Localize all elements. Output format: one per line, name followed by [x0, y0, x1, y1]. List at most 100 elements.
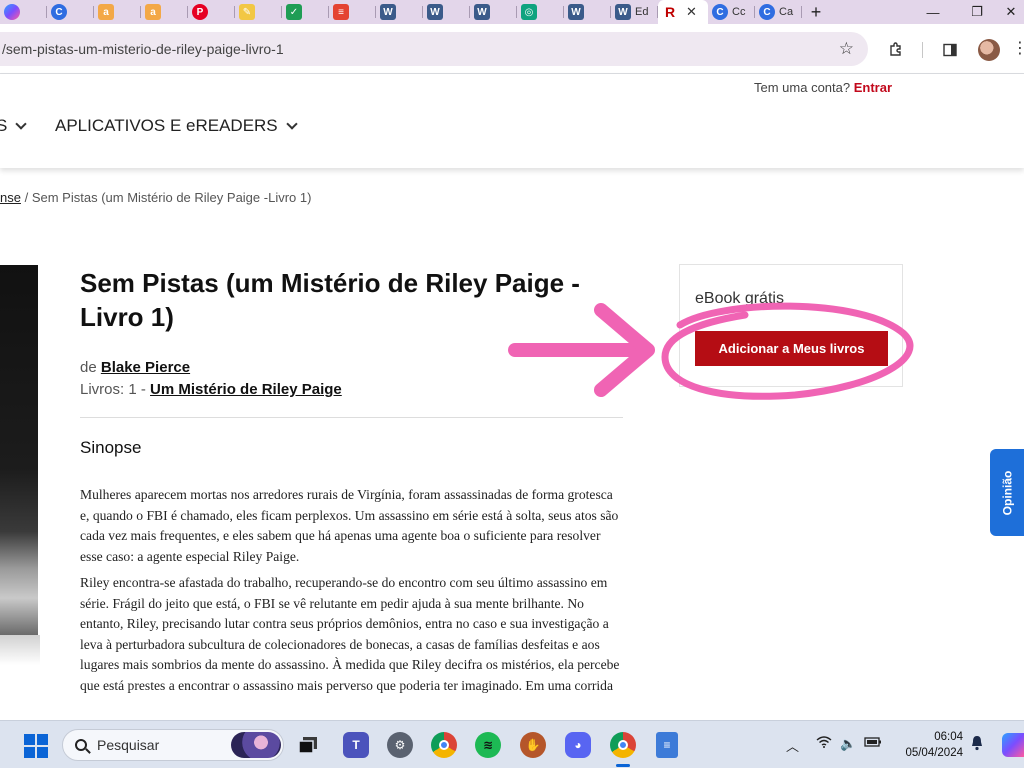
bookmark-star-icon[interactable]: ☆ [839, 39, 854, 59]
profile-avatar[interactable] [978, 39, 1000, 61]
browser-tab[interactable]: ✓ [282, 0, 329, 24]
breadcrumb-separator: / [24, 190, 29, 205]
browser-tab[interactable]: W Ed [611, 0, 658, 24]
notifications-bell-icon[interactable] [970, 735, 984, 751]
breadcrumb-current: Sem Pistas (um Mistério de Riley Paige -… [31, 190, 312, 205]
task-view-icon[interactable] [295, 732, 321, 758]
battery-icon[interactable] [864, 736, 882, 751]
url-text[interactable]: /sem-pistas-um-misterio-de-riley-paige-l… [2, 41, 284, 57]
side-panel-icon[interactable] [940, 40, 960, 60]
browser-tab[interactable]: W [470, 0, 517, 24]
chevron-down-icon [285, 118, 298, 130]
tab-strip: Ca a P ✎ ✓ ≡ W W W ◎ W W Ed R ✕ C Cc C Ca + [0, 0, 1024, 24]
teams-icon[interactable]: T [343, 732, 369, 758]
nav-item-label: APLICATIVOS E eREADERS [55, 116, 278, 135]
browser-tab[interactable]: W [564, 0, 611, 24]
windows-taskbar: Pesquisar T ⚙ ≋ ✋ ◕ ≡ ︿ 🔈 06:04 05/04/20… [0, 720, 1024, 768]
add-to-my-books-button[interactable]: Adicionar a Meus livros [695, 331, 888, 366]
wordpress-icon: W [427, 4, 443, 20]
toolbar-separator [922, 42, 923, 58]
pinterest-icon: P [192, 4, 208, 20]
wordpress-icon: W [615, 4, 631, 20]
todoist-icon: ≡ [333, 4, 349, 20]
system-clock[interactable]: 06:04 05/04/2024 [893, 729, 963, 761]
notepad-icon[interactable]: ≡ [656, 732, 678, 758]
new-tab-button[interactable]: + [804, 0, 828, 24]
book-cover-image[interactable] [0, 265, 38, 635]
menu-kebab-icon[interactable]: ⋮ [1012, 38, 1024, 58]
tab-close-icon[interactable]: ✕ [686, 4, 697, 20]
tab-title: Cc [732, 6, 746, 18]
nav-item-apps-ereaders[interactable]: APLICATIVOS E eREADERS [55, 116, 298, 136]
browser-tab[interactable]: W [423, 0, 470, 24]
browser-tab[interactable]: a [94, 0, 141, 24]
tray-chevron-up-icon[interactable]: ︿ [786, 736, 799, 755]
synopsis-text: Mulheres aparecem mortas nos arredores r… [80, 485, 625, 702]
account-prompt-text: Tem uma conta? [754, 80, 851, 95]
breadcrumb-link[interactable]: nse [0, 190, 21, 205]
chrome-profile-icon[interactable] [610, 732, 636, 758]
close-window-button[interactable]: ✕ [998, 0, 1024, 24]
tab-title: Ed [635, 6, 649, 18]
series-link[interactable]: Um Mistério de Riley Paige [150, 381, 342, 398]
synopsis-heading: Sinopse [80, 438, 142, 457]
amazon-icon: a [145, 4, 161, 20]
clock-date: 05/04/2024 [905, 747, 963, 759]
browser-tab[interactable]: C Cc [708, 0, 755, 24]
browser-tab[interactable]: W [376, 0, 423, 24]
game-app-icon[interactable]: ✋ [520, 732, 546, 758]
site-header: Tem uma conta? Entrar S APLICATIVOS E eR… [0, 74, 1024, 168]
signin-link[interactable]: Entrar [854, 80, 892, 95]
c-icon: C [51, 4, 67, 20]
address-bar[interactable]: /sem-pistas-um-misterio-de-riley-paige-l… [0, 32, 868, 66]
clock-time: 06:04 [934, 731, 963, 743]
discord-icon[interactable]: ◕ [565, 732, 591, 758]
sheets-icon: ✓ [286, 4, 302, 20]
nav-item-partial[interactable]: S [0, 116, 28, 136]
browser-toolbar: /sem-pistas-um-misterio-de-riley-paige-l… [0, 24, 1024, 74]
chrome-icon[interactable] [431, 732, 457, 758]
extensions-icon[interactable] [886, 40, 906, 60]
wordpress-icon: W [568, 4, 584, 20]
start-button[interactable] [24, 734, 48, 758]
volume-icon[interactable]: 🔈 [840, 736, 856, 752]
browser-tab[interactable]: C Ca [755, 0, 802, 24]
minimize-button[interactable]: — [910, 0, 956, 24]
search-highlight-image [231, 732, 281, 758]
search-icon [75, 739, 87, 751]
active-app-indicator [616, 764, 630, 767]
chevron-down-icon [15, 118, 28, 130]
copilot-icon[interactable] [1002, 733, 1024, 757]
author-line: de Blake Pierce [80, 359, 190, 376]
breadcrumb: nse / Sem Pistas (um Mistério de Riley P… [0, 190, 311, 205]
divider [80, 417, 623, 418]
book-title: Sem Pistas (um Mistério de Riley Paige -… [80, 268, 580, 332]
taskbar-search[interactable]: Pesquisar [62, 729, 284, 761]
browser-tab[interactable]: ✎ [235, 0, 282, 24]
browser-tab[interactable]: a [141, 0, 188, 24]
settings-gear-icon[interactable]: ⚙ [387, 732, 413, 758]
ebook-free-label: eBook grátis [695, 290, 784, 307]
browser-tab[interactable] [0, 0, 47, 24]
feedback-label: Opinião [1000, 470, 1015, 515]
author-link[interactable]: Blake Pierce [101, 359, 190, 376]
c-icon: C [712, 4, 728, 20]
cover-shadow [0, 635, 40, 665]
browser-tab-active[interactable]: R ✕ [658, 0, 708, 24]
feedback-tab[interactable]: Opinião [990, 449, 1024, 536]
browser-tab[interactable]: P [188, 0, 235, 24]
browser-tab[interactable]: ◎ [517, 0, 564, 24]
chatgpt-icon: ◎ [521, 4, 537, 20]
spotify-icon[interactable]: ≋ [475, 732, 501, 758]
series-prefix: Livros: 1 - [80, 381, 146, 398]
browser-tab[interactable]: C [47, 0, 94, 24]
browser-tab[interactable]: ≡ [329, 0, 376, 24]
synopsis-paragraph: Mulheres aparecem mortas nos arredores r… [80, 487, 619, 564]
search-placeholder: Pesquisar [97, 737, 160, 753]
c-icon: C [759, 4, 775, 20]
notes-icon: ✎ [239, 4, 255, 20]
by-label: de [80, 359, 97, 376]
wifi-icon[interactable] [816, 736, 832, 751]
restore-button[interactable]: ❐ [954, 0, 1000, 24]
amazon-icon: a [98, 4, 114, 20]
